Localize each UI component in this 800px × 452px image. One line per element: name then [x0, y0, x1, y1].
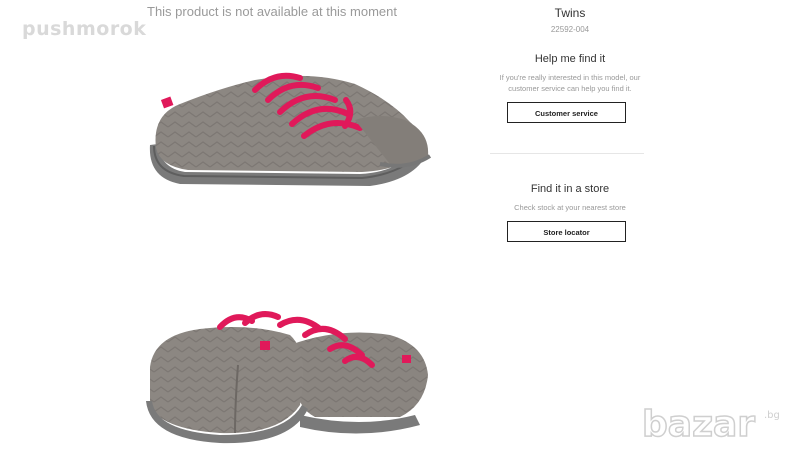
product-code: 22592-004 — [550, 25, 590, 34]
svg-text:bazar: bazar — [642, 404, 755, 445]
store-heading: Find it in a store — [530, 183, 610, 195]
store-text: Check stock at your nearest store — [514, 203, 626, 212]
product-gallery — [0, 0, 480, 452]
bazar-logo-watermark: bazar .bg — [641, 403, 780, 446]
product-image-side[interactable] — [140, 60, 440, 200]
help-heading: Help me find it — [534, 53, 606, 65]
product-name: Twins — [554, 6, 586, 20]
customer-service-button[interactable]: Customer service — [507, 102, 626, 123]
divider — [490, 153, 644, 154]
svg-text:.bg: .bg — [764, 410, 780, 421]
product-image-rear[interactable] — [140, 305, 440, 450]
store-locator-button[interactable]: Store locator — [507, 221, 626, 242]
help-text: If you're really interested in this mode… — [499, 73, 641, 93]
